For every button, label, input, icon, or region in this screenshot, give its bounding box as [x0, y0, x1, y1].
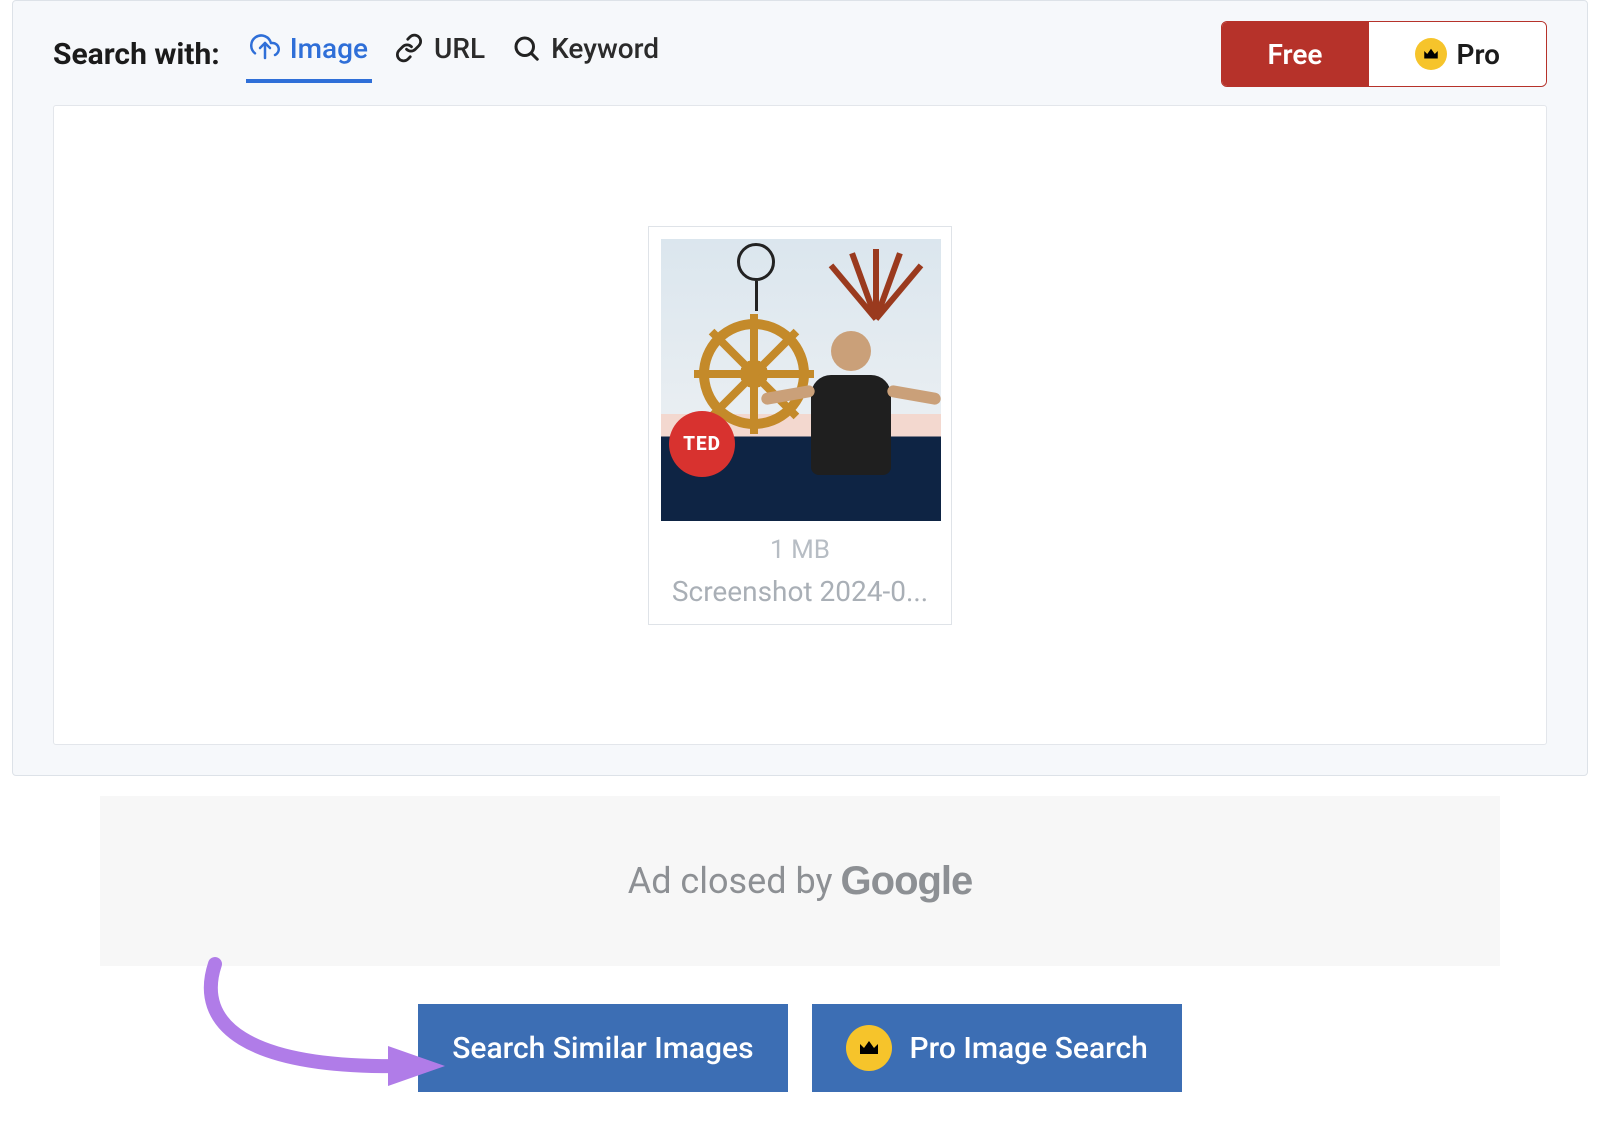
search-with-label: Search with:	[53, 37, 220, 72]
crown-icon	[1415, 38, 1447, 70]
upload-cloud-icon	[250, 33, 280, 63]
plan-free-button[interactable]: Free	[1222, 22, 1369, 86]
tab-keyword-label: Keyword	[551, 32, 659, 65]
search-similar-label: Search Similar Images	[452, 1031, 753, 1066]
image-preview-card[interactable]: TED 1 MB Screenshot 2024-0...	[648, 226, 952, 625]
topbar: Search with: Image	[53, 21, 1547, 87]
plan-toggle: Free Pro	[1221, 21, 1548, 87]
tab-url[interactable]: URL	[390, 26, 489, 83]
plan-free-label: Free	[1268, 38, 1323, 71]
pro-image-search-button[interactable]: Pro Image Search	[812, 1004, 1182, 1092]
plan-pro-label: Pro	[1457, 38, 1501, 71]
tab-keyword[interactable]: Keyword	[507, 26, 663, 83]
ad-closed-text: Ad closed by	[628, 860, 833, 902]
preview-filename: Screenshot 2024-0...	[661, 575, 939, 608]
ad-closed-banner: Ad closed by Google	[100, 796, 1500, 966]
link-icon	[394, 33, 424, 63]
pro-image-search-label: Pro Image Search	[910, 1031, 1148, 1066]
ted-badge: TED	[669, 411, 735, 477]
google-logo-text: Google	[841, 859, 973, 904]
search-panel: Search with: Image	[12, 0, 1588, 776]
search-similar-button[interactable]: Search Similar Images	[418, 1004, 787, 1092]
crown-icon	[846, 1025, 892, 1071]
tab-image[interactable]: Image	[246, 26, 372, 83]
preview-filesize: 1 MB	[661, 535, 939, 565]
tab-url-label: URL	[434, 32, 485, 65]
search-icon	[511, 33, 541, 63]
search-with-row: Search with: Image	[53, 26, 663, 83]
annotation-arrow-icon	[185, 954, 455, 1104]
action-buttons-row: Search Similar Images Pro Image Search	[0, 1004, 1600, 1092]
plan-pro-button[interactable]: Pro	[1369, 22, 1547, 86]
upload-area[interactable]: TED 1 MB Screenshot 2024-0...	[53, 105, 1547, 745]
image-thumbnail: TED	[661, 239, 941, 521]
tab-image-label: Image	[290, 32, 368, 65]
